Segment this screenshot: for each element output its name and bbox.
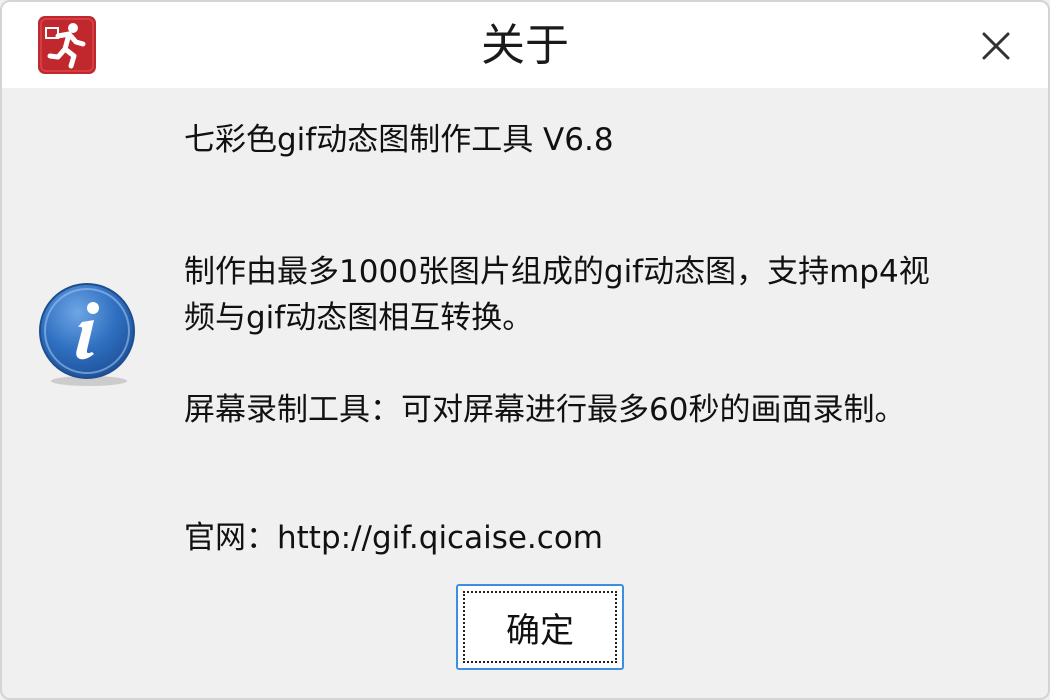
description-line-2: 频与gif动态图相互转换。 (184, 300, 534, 336)
description-line-1: 制作由最多1000张图片组成的gif动态图，支持mp4视 (184, 254, 930, 290)
close-icon (982, 32, 1010, 60)
website-text: 官网：http://gif.qicaise.com (184, 520, 603, 556)
info-icon (39, 283, 135, 386)
about-dialog: 关于 七彩色gif动态图制作工具 V6.8 制作由最多1000张图片组成的gif… (0, 0, 1050, 700)
title-bar: 关于 (2, 2, 1048, 88)
product-name-text: 七彩色gif动态图制作工具 V6.8 (184, 122, 614, 158)
close-button[interactable] (968, 18, 1024, 74)
ok-button[interactable]: 确定 (456, 584, 624, 670)
screen-record-text: 屏幕录制工具：可对屏幕进行最多60秒的画面录制。 (184, 392, 906, 428)
ok-button-label: 确定 (463, 591, 617, 663)
dialog-title: 关于 (481, 20, 569, 71)
